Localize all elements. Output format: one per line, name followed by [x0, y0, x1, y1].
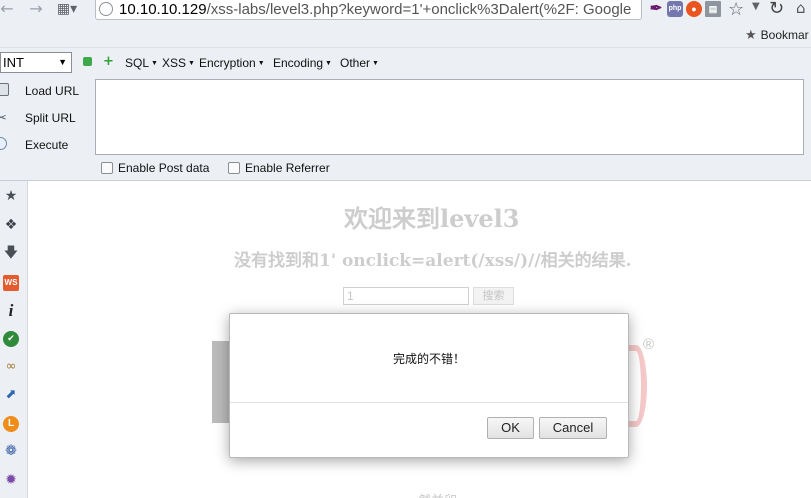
- caret-down-icon: ▼: [257, 60, 265, 67]
- menu-other-label: Other: [340, 56, 371, 70]
- split-url-button[interactable]: ✂ Split URL: [0, 109, 92, 129]
- execute-label: Execute: [25, 138, 69, 152]
- forward-arrow-icon[interactable]: →: [28, 0, 44, 20]
- feather-extension-icon[interactable]: ✒: [648, 1, 664, 17]
- ok-button[interactable]: OK: [487, 417, 534, 439]
- search-result-text: 没有找到和1' onclick=alert(/xss/)//相关的结果.: [234, 251, 632, 271]
- info-icon[interactable]: i: [3, 302, 19, 319]
- caret-down-icon: ▼: [372, 60, 379, 67]
- keyword-input[interactable]: 1: [343, 287, 469, 305]
- menu-xss-label: XSS: [162, 56, 187, 70]
- menu-sql[interactable]: SQL ▼: [125, 56, 158, 70]
- server-extension-icon[interactable]: ▤: [705, 1, 721, 17]
- footer-text: 然并卵: [418, 490, 457, 498]
- chevron-down-icon: ▼: [58, 57, 67, 67]
- dialog-divider: [230, 402, 628, 403]
- menu-xss[interactable]: XSS ▼: [162, 56, 195, 70]
- puzzle-icon[interactable]: ❖: [3, 217, 19, 233]
- php-extension-icon[interactable]: php: [667, 1, 683, 17]
- menu-encoding-label: Encoding: [273, 56, 324, 70]
- bookmarks-folder[interactable]: ★ Bookmar: [745, 27, 809, 43]
- page-title: 欢迎来到level3: [344, 204, 520, 233]
- checkbox-box[interactable]: [101, 162, 113, 174]
- bookmarks-bar: ★ Bookmar: [0, 22, 811, 48]
- star-icon: ★: [745, 27, 757, 42]
- ubuntu-extension-icon[interactable]: ●: [686, 1, 702, 17]
- menu-encryption-label: Encryption: [199, 56, 256, 70]
- menu-encryption[interactable]: Encryption ▼: [199, 56, 265, 70]
- enable-post-data-checkbox[interactable]: Enable Post data: [101, 161, 209, 175]
- bookmark-star-icon[interactable]: ☆: [728, 0, 744, 20]
- url-text[interactable]: 10.10.10.129/xss-labs/level3.php?keyword…: [119, 1, 631, 18]
- bookmarks-label: Bookmar: [760, 28, 809, 42]
- side-extension-toolbar: ★ ❖ 🡇 WS i ✔ ∞ ⬈ L ❁ ✹: [0, 181, 28, 498]
- collapse-icon[interactable]: [83, 57, 92, 66]
- menu-encoding[interactable]: Encoding ▼: [273, 56, 332, 70]
- type-select[interactable]: INT ▼: [0, 52, 72, 73]
- download-arrow-icon[interactable]: 🡇: [3, 245, 19, 261]
- cursor-select-icon[interactable]: ⬈: [3, 387, 19, 403]
- load-url-button[interactable]: Load URL: [0, 82, 92, 102]
- back-arrow-icon[interactable]: ←: [0, 0, 14, 20]
- l-extension-icon[interactable]: L: [3, 416, 19, 432]
- registered-mark: ®: [643, 336, 655, 353]
- execute-button[interactable]: Execute: [0, 136, 92, 156]
- page-info-icon[interactable]: [99, 2, 113, 16]
- split-url-icon: ✂: [0, 110, 7, 125]
- expand-plus-icon[interactable]: +: [103, 55, 114, 68]
- type-select-value: INT: [3, 55, 24, 70]
- reload-icon[interactable]: ↻: [769, 0, 784, 19]
- enable-referrer-checkbox[interactable]: Enable Referrer: [228, 161, 330, 175]
- caret-down-icon: ▼: [188, 60, 195, 67]
- checkbox-box[interactable]: [228, 162, 240, 174]
- url-textarea[interactable]: [95, 79, 804, 155]
- home-icon[interactable]: ⌂: [796, 0, 811, 17]
- link-icon[interactable]: ∞: [3, 359, 19, 375]
- shield-icon[interactable]: ✔: [3, 331, 19, 347]
- search-button[interactable]: 搜索: [473, 287, 514, 305]
- url-path: /xss-labs/level3.php?keyword=1'+onclick%…: [206, 1, 632, 18]
- apps-grid-icon[interactable]: ▦▾: [55, 0, 79, 20]
- load-url-icon: [0, 83, 9, 96]
- load-url-label: Load URL: [25, 84, 80, 98]
- caret-down-icon: ▼: [151, 60, 158, 67]
- menu-sql-label: SQL: [125, 56, 150, 70]
- execute-icon: [0, 137, 7, 150]
- url-host: 10.10.10.129: [119, 1, 207, 18]
- enable-referrer-label: Enable Referrer: [245, 161, 330, 175]
- background-logo-left: [212, 341, 230, 423]
- caret-down-icon: ▼: [325, 60, 332, 67]
- ws-extension-icon[interactable]: WS: [3, 275, 19, 291]
- address-bar[interactable]: 10.10.10.129/xss-labs/level3.php?keyword…: [95, 0, 642, 20]
- split-url-label: Split URL: [25, 111, 76, 125]
- hackbar-panel: INT ▼ + SQL ▼ XSS ▼ Encryption ▼ Encoding ▼ O…: [0, 48, 811, 181]
- virus-icon[interactable]: ✹: [3, 472, 19, 488]
- star-icon[interactable]: ★: [3, 188, 19, 204]
- alert-dialog: 完成的不错！ OK Cancel: [229, 313, 629, 458]
- enable-post-data-label: Enable Post data: [118, 161, 210, 175]
- browser-toolbar: ← → ▦▾ 10.10.10.129/xss-labs/level3.php?…: [0, 0, 811, 22]
- chevron-down-icon[interactable]: ▼: [752, 1, 760, 12]
- cancel-button[interactable]: Cancel: [539, 417, 607, 439]
- alert-message: 完成的不错！: [392, 352, 465, 366]
- swirl-icon[interactable]: ❁: [3, 443, 19, 459]
- menu-other[interactable]: Other ▼: [340, 56, 379, 70]
